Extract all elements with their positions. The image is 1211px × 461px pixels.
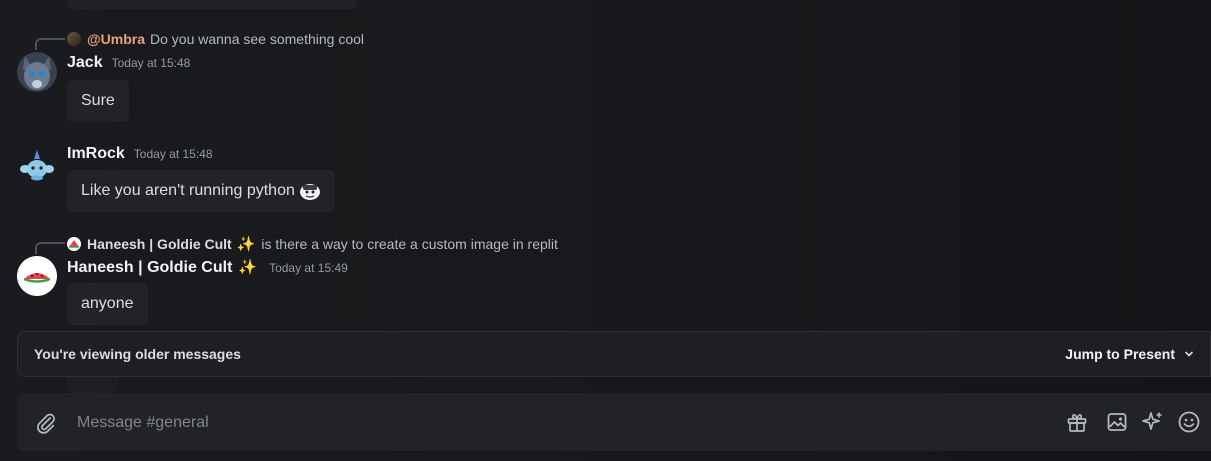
avatar[interactable] <box>17 256 57 296</box>
attach-icon[interactable] <box>35 412 57 434</box>
avatar[interactable] <box>17 145 57 185</box>
custom-emoji-icon[interactable] <box>299 180 321 202</box>
reply-avatar <box>67 32 81 46</box>
emoji-icon[interactable] <box>1177 410 1201 434</box>
sparkle-icon: ✨ <box>236 236 256 253</box>
message-text: anyone <box>81 295 134 312</box>
reply-preview[interactable]: Haneesh | Goldie Cult ✨ is there a way t… <box>67 235 558 253</box>
message-bubble: Sure <box>67 80 129 122</box>
sparkle-icon: ✨ <box>238 259 258 276</box>
chevron-down-icon <box>1185 351 1193 357</box>
imrock-avatar-image <box>17 145 57 185</box>
watermelon-avatar-image <box>17 256 57 296</box>
message-text: Like you aren't running python <box>81 182 295 199</box>
reply-text: is there a way to create a custom image … <box>261 236 558 252</box>
chat-area: @Umbra Do you wanna see something cool J… <box>0 0 1211 461</box>
message-bubble: anyone <box>67 283 148 325</box>
reply-text: Do you wanna see something cool <box>150 31 365 47</box>
username[interactable]: Jack <box>67 54 103 72</box>
jump-to-present-label: Jump to Present <box>1065 346 1175 362</box>
previous-message-bubble <box>67 0 357 9</box>
jack-avatar-image <box>17 52 57 92</box>
image-icon[interactable] <box>1105 410 1129 434</box>
reply-avatar <box>67 237 81 251</box>
sparkle-icon[interactable] <box>1141 410 1165 434</box>
timestamp: Today at 15:49 <box>269 261 348 275</box>
message-header: ImRock Today at 15:48 <box>67 145 213 163</box>
reply-preview[interactable]: @Umbra Do you wanna see something cool <box>67 31 364 47</box>
message-input[interactable] <box>75 403 1039 443</box>
jump-to-present-button[interactable]: Jump to Present <box>1065 346 1194 362</box>
message-header: Haneesh | Goldie Cult ✨ Today at 15:49 <box>67 258 348 277</box>
hidden-message-bubble <box>67 377 119 393</box>
reply-username[interactable]: @Umbra <box>87 31 145 47</box>
timestamp: Today at 15:48 <box>111 56 191 70</box>
avatar[interactable] <box>17 52 57 92</box>
message-composer <box>17 393 1211 451</box>
reply-connector <box>35 242 65 254</box>
message-bubble: Like you aren't running python <box>67 170 335 212</box>
username[interactable]: ImRock <box>67 145 125 163</box>
username[interactable]: Haneesh | Goldie Cult <box>67 259 232 277</box>
reply-username[interactable]: Haneesh | Goldie Cult <box>87 236 232 252</box>
timestamp: Today at 15:48 <box>133 147 213 161</box>
older-messages-bar: You're viewing older messages Jump to Pr… <box>17 331 1211 377</box>
older-messages-text: You're viewing older messages <box>34 346 241 362</box>
message-header: Jack Today at 15:48 <box>67 54 190 72</box>
gift-icon[interactable] <box>1065 410 1089 434</box>
message-text: Sure <box>81 92 115 109</box>
reply-connector <box>35 38 65 50</box>
